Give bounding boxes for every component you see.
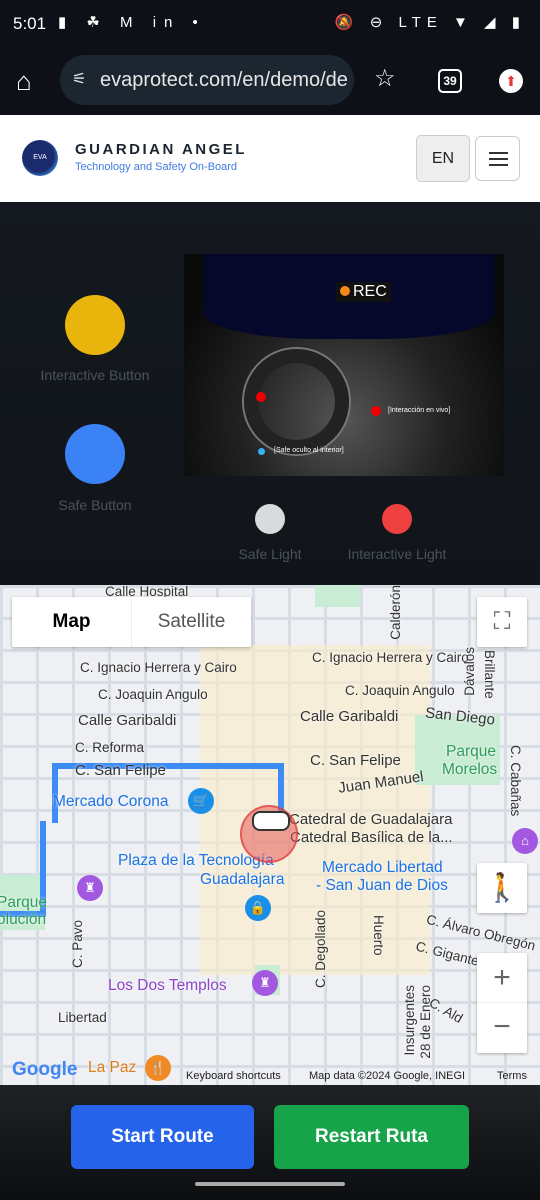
live-interaction-label: [Interacción en vivo] — [388, 407, 451, 414]
keyboard-shortcuts-link[interactable]: Keyboard shortcuts — [186, 1070, 281, 1082]
brand-name: GUARDIAN ANGEL — [75, 141, 247, 158]
safe-button[interactable] — [65, 424, 125, 484]
map-label: Catedral de Guadalajara — [289, 811, 453, 828]
rec-indicator: REC — [336, 282, 391, 302]
map-label: Libertad — [58, 1010, 107, 1025]
landmark-pin-icon[interactable]: ♜ — [252, 970, 278, 996]
tab-switcher-button[interactable]: 39 — [438, 69, 462, 93]
rec-dot-icon — [340, 286, 350, 296]
shopping-bag-pin-icon[interactable]: 🔒 — [245, 895, 271, 921]
site-header: EVA GUARDIAN ANGEL Technology and Safety… — [0, 115, 540, 202]
map-label: - San Juan de Dios — [316, 877, 448, 894]
google-map[interactable]: Calle Hospital C. Ignacio Herrera y Cair… — [0, 585, 540, 1085]
map-label: Catedral Basílica de la... — [290, 829, 453, 846]
map-type-control: Map Satellite — [12, 597, 251, 647]
car-icon — [252, 811, 290, 831]
interactive-point — [256, 392, 266, 402]
action-bar: Start Route Restart Ruta — [0, 1085, 540, 1200]
map-label: C. Reforma — [75, 740, 145, 755]
map-label: C. Cabañas — [508, 745, 523, 817]
demo-panel: Interactive Button Safe Button REC [Inte… — [0, 202, 540, 585]
eva-logo[interactable]: EVA — [22, 140, 58, 176]
landmark-pin-icon[interactable]: ♜ — [77, 875, 103, 901]
zoom-control: + − — [477, 953, 527, 1053]
map-label: Calle Garibaldi — [78, 712, 177, 729]
terms-link[interactable]: Terms — [497, 1070, 527, 1082]
safe-light — [255, 504, 285, 534]
start-route-button[interactable]: Start Route — [71, 1105, 254, 1169]
map-label: C. Pavo — [70, 920, 85, 969]
interactive-point — [371, 406, 381, 416]
interactive-button[interactable] — [65, 295, 125, 355]
map-label: C. San Felipe — [75, 762, 166, 779]
map-label: Calderón — [388, 585, 403, 640]
map-label: Parque — [0, 894, 47, 911]
car-interior-image: REC [Interacción en vivo] [Safe oculto a… — [184, 254, 504, 476]
restaurant-pin-icon[interactable]: 🍴 — [145, 1055, 171, 1081]
hamburger-menu-button[interactable] — [475, 136, 520, 181]
browser-toolbar: ⌂ ⚟ evaprotect.com/en/demo/de ☆ 39 ⬆ — [0, 50, 540, 115]
address-bar[interactable]: ⚟ evaprotect.com/en/demo/de — [60, 55, 354, 105]
clock: 5:01 — [13, 14, 47, 33]
map-label: Dávalos — [462, 647, 477, 696]
map-label: Morelos — [442, 761, 498, 778]
language-button[interactable]: EN — [416, 135, 470, 182]
interactive-light-label: Interactive Light — [347, 546, 447, 562]
update-icon[interactable]: ⬆ — [499, 69, 523, 93]
rec-text: REC — [353, 283, 387, 300]
map-label: Huerto — [371, 915, 386, 956]
map-label: Insurgentes — [402, 985, 417, 1056]
museum-pin-icon[interactable]: ⌂ — [512, 828, 538, 854]
google-logo[interactable]: Google — [12, 1059, 77, 1081]
brand-tagline: Technology and Safety On-Board — [75, 161, 238, 173]
map-label: C. Degollado — [313, 910, 328, 989]
map-type-satellite-button[interactable]: Satellite — [132, 597, 251, 647]
safe-point — [258, 448, 265, 455]
map-label: C. Joaquin Angulo — [98, 687, 208, 702]
map-label: Los Dos Templos — [108, 977, 227, 994]
system-icons: 🔕 ⊖ LTE ▼ ◢ ▮ — [334, 14, 526, 31]
interactive-button-label: Interactive Button — [40, 367, 150, 383]
map-label: Brillante — [482, 650, 497, 699]
url-text: evaprotect.com/en/demo/de — [100, 69, 348, 91]
map-label: olución — [0, 911, 47, 928]
safe-hidden-label: [Safe oculto al interior] — [274, 447, 344, 454]
fullscreen-button[interactable]: ⛶ — [477, 597, 527, 647]
restart-route-button[interactable]: Restart Ruta — [274, 1105, 469, 1169]
map-label: Mercado Corona — [53, 793, 169, 810]
zoom-in-button[interactable]: + — [477, 953, 527, 1003]
safe-button-label: Safe Button — [58, 497, 132, 513]
map-label: C. Ignacio Herrera y Cairo — [80, 660, 237, 675]
shopping-cart-pin-icon[interactable]: 🛒 — [188, 788, 214, 814]
map-label: C. Ignacio Herrera y Cairo — [312, 650, 469, 665]
map-label: C. Joaquin Angulo — [345, 683, 455, 698]
map-label: Mercado Libertad — [322, 859, 443, 876]
status-bar: 5:01 ▮ ☘ M in • 🔕 ⊖ LTE ▼ ◢ ▮ — [0, 0, 540, 50]
notification-icons: ▮ ☘ M in • — [58, 14, 206, 31]
bookmark-star-icon[interactable]: ☆ — [374, 64, 396, 93]
map-label: Parque — [446, 743, 496, 760]
map-label: Guadalajara — [200, 871, 285, 888]
map-data-attribution: Map data ©2024 Google, INEGI — [309, 1070, 466, 1082]
zoom-out-button[interactable]: − — [477, 1003, 527, 1053]
map-label: La Paz — [88, 1059, 137, 1076]
map-label: 28 de Enero — [418, 985, 433, 1059]
home-icon[interactable]: ⌂ — [16, 66, 32, 97]
map-label: Calle Garibaldi — [300, 708, 399, 725]
interactive-light — [382, 504, 412, 534]
site-settings-icon[interactable]: ⚟ — [72, 55, 86, 105]
map-type-map-button[interactable]: Map — [12, 597, 132, 647]
street-view-pegman-icon[interactable]: 🚶 — [477, 863, 527, 913]
gesture-handle[interactable] — [195, 1182, 345, 1186]
map-label: C. San Felipe — [310, 752, 401, 769]
